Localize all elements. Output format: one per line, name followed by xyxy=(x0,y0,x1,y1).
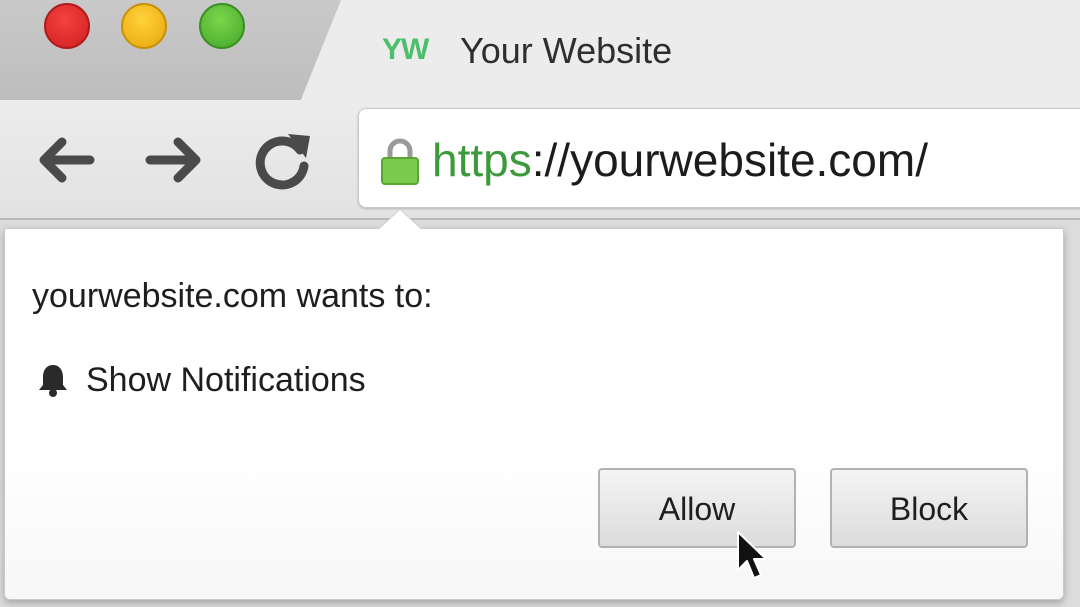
bell-icon xyxy=(39,365,67,397)
minimize-window-button[interactable] xyxy=(121,3,167,49)
reload-icon xyxy=(255,134,310,190)
reload-button[interactable] xyxy=(248,128,318,192)
url-rest: ://yourwebsite.com/ xyxy=(531,134,928,186)
url-text[interactable]: https://yourwebsite.com/ xyxy=(432,132,928,188)
forward-button[interactable] xyxy=(140,128,210,192)
mouse-pointer-icon xyxy=(737,531,767,579)
url-scheme: https xyxy=(432,134,532,186)
back-button[interactable] xyxy=(30,128,100,192)
permission-heading: yourwebsite.com wants to: xyxy=(32,277,433,315)
tab-title: Your Website xyxy=(460,30,673,71)
permission-label: Show Notifications xyxy=(86,361,366,399)
site-logo-icon: YW xyxy=(382,33,429,66)
popup-pointer xyxy=(378,210,422,230)
maximize-window-button[interactable] xyxy=(199,3,245,49)
forward-arrow-icon xyxy=(145,137,201,183)
back-arrow-icon xyxy=(39,137,95,183)
close-window-button[interactable] xyxy=(44,3,90,49)
lock-icon[interactable] xyxy=(380,138,420,186)
block-button[interactable]: Block xyxy=(830,468,1028,548)
